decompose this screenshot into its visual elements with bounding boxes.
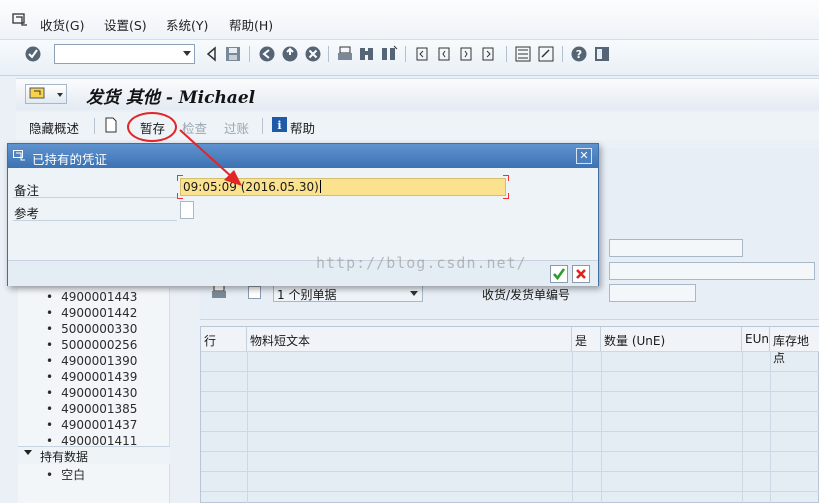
collapse-icon[interactable] <box>203 45 221 63</box>
help-icon[interactable]: ? <box>570 45 588 63</box>
shortcut-icon[interactable] <box>537 45 555 63</box>
standard-toolbar: ? <box>0 40 819 76</box>
find-icon[interactable] <box>358 45 376 63</box>
next-page-icon[interactable] <box>458 45 476 63</box>
remark-field-value: 09:05:09 (2016.05.30) <box>183 180 319 194</box>
new-document-icon[interactable] <box>104 117 118 133</box>
cancel-button[interactable] <box>572 265 590 283</box>
cancel-icon[interactable] <box>304 45 322 63</box>
remark-field[interactable]: 09:05:09 (2016.05.30) <box>180 178 506 196</box>
tree-item[interactable]: • 5000000256 <box>46 338 137 352</box>
help-button[interactable]: 帮助 <box>290 118 315 137</box>
confirm-button[interactable] <box>550 265 568 283</box>
header-field-1[interactable] <box>609 239 743 257</box>
chevron-down-icon <box>57 93 63 97</box>
menu-receiving[interactable]: 收货(G) <box>40 15 84 34</box>
doc-number-field[interactable] <box>609 284 696 302</box>
chevron-down-icon[interactable] <box>183 51 191 56</box>
chevron-down-icon <box>410 291 418 296</box>
tree-item[interactable]: • 4900001443 <box>46 290 137 304</box>
transaction-icon <box>29 87 45 99</box>
doc-type-select[interactable]: 1 个别单据 <box>273 284 423 302</box>
svg-text:i: i <box>277 119 281 132</box>
tree-item[interactable]: • 4900001442 <box>46 306 137 320</box>
prev-page-icon[interactable] <box>436 45 454 63</box>
expand-arrow-icon[interactable] <box>24 450 32 455</box>
transaction-menu-button[interactable] <box>25 84 67 104</box>
col-header-line[interactable]: 行 <box>201 327 247 351</box>
exit-icon[interactable] <box>281 45 299 63</box>
tree-item[interactable]: • 4900001385 <box>46 402 137 416</box>
watermark-text: http://blog.csdn.net/ <box>316 254 527 272</box>
app-menu-icon[interactable] <box>12 13 28 27</box>
highlight-circle <box>127 112 177 142</box>
close-icon[interactable]: ✕ <box>576 148 592 164</box>
tree-item[interactable]: • 4900001437 <box>46 418 137 432</box>
doc-checkbox[interactable] <box>248 286 261 299</box>
post-button[interactable]: 过账 <box>224 118 249 137</box>
title-area: 发货 其他 - Michael <box>16 78 819 110</box>
find-next-icon[interactable] <box>380 45 398 63</box>
dialog-menu-icon[interactable] <box>13 150 25 161</box>
info-icon: i <box>272 117 287 132</box>
hide-overview-button[interactable]: 隐藏概述 <box>29 118 79 137</box>
tree-item-empty[interactable]: • 空白 <box>46 466 85 483</box>
col-header-ok[interactable]: 是 <box>572 327 601 351</box>
command-field[interactable] <box>54 44 195 64</box>
tree-item[interactable]: • 4900001439 <box>46 370 137 384</box>
menu-help[interactable]: 帮助(H) <box>229 15 273 34</box>
menu-bar: 收货(G) 设置(S) 系统(Y) 帮助(H) <box>0 0 819 40</box>
dialog-title: 已持有的凭证 <box>32 152 108 167</box>
doc-type-select-value: 1 个别单据 <box>277 288 337 302</box>
items-table: 行 物料短文本 是 数量 (UnE) EUn 库存地点 <box>200 326 819 503</box>
tree-item[interactable]: • 4900001430 <box>46 386 137 400</box>
check-button[interactable]: 检查 <box>182 118 207 137</box>
back-icon[interactable] <box>258 45 276 63</box>
print-icon[interactable] <box>336 45 354 63</box>
svg-text:?: ? <box>576 48 582 61</box>
menu-settings[interactable]: 设置(S) <box>104 15 147 34</box>
doc-number-label: 收货/发货单编号 <box>482 288 571 302</box>
cross-icon <box>574 267 588 281</box>
held-data-label: 持有数据 <box>40 450 89 464</box>
reference-field[interactable] <box>180 201 194 219</box>
first-page-icon[interactable] <box>414 45 432 63</box>
held-data-node[interactable]: 持有数据 <box>18 446 170 464</box>
checkmark-icon <box>553 268 566 281</box>
new-session-icon[interactable] <box>514 45 532 63</box>
layout-icon[interactable] <box>593 45 611 63</box>
print-icon[interactable] <box>211 284 227 300</box>
enter-icon[interactable] <box>24 45 42 63</box>
tree-item[interactable]: • 4900001390 <box>46 354 137 368</box>
col-header-material-text[interactable]: 物料短文本 <box>247 327 572 351</box>
page-title: 发货 其他 - Michael <box>86 88 256 108</box>
col-header-quantity[interactable]: 数量 (UnE) <box>601 327 742 351</box>
last-page-icon[interactable] <box>480 45 498 63</box>
header-field-2[interactable] <box>609 262 815 280</box>
col-header-storage-location[interactable]: 库存地点 <box>770 327 819 365</box>
overview-tree: • 4900001443 • 4900001442 • 5000000330 • 500… <box>18 288 170 503</box>
tree-item[interactable]: • 5000000330 <box>46 322 137 336</box>
col-header-eun[interactable]: EUn <box>742 327 770 351</box>
menu-system[interactable]: 系统(Y) <box>166 15 208 34</box>
dialog-title-bar[interactable]: 已持有的凭证 ✕ <box>8 144 598 168</box>
save-icon[interactable] <box>224 45 242 63</box>
